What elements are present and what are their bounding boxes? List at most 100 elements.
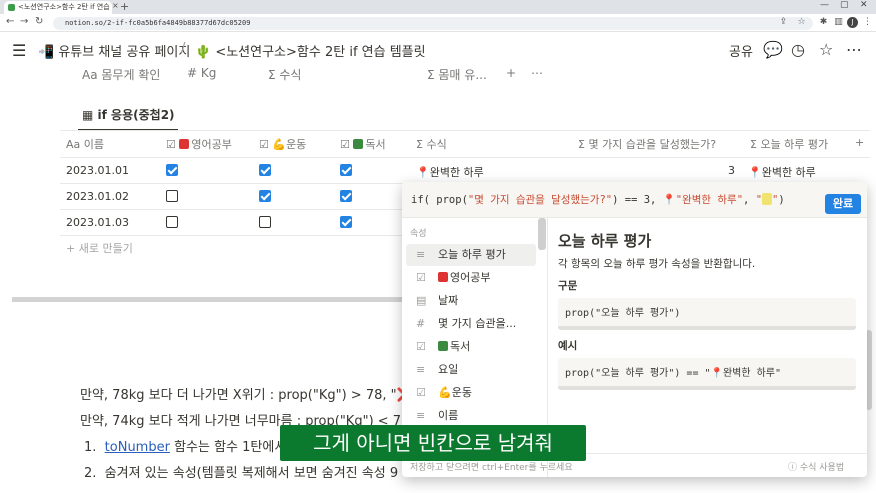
reload-icon[interactable]: ↻ — [35, 16, 43, 27]
col-habit-count[interactable]: Σ 몇 가지 습관을 달성했는가? — [578, 136, 716, 152]
pin-emoji-icon: 📍 — [416, 166, 430, 179]
bookmark-star-icon[interactable]: ☆ — [796, 17, 807, 28]
side-item-weekday[interactable]: ≡ 요일 — [406, 359, 536, 381]
back-icon[interactable]: ← — [6, 16, 14, 27]
row2-english-checkbox[interactable] — [166, 190, 178, 202]
property-list-scrollbar[interactable] — [538, 218, 546, 250]
col-exercise[interactable]: ☑ 💪운동 — [259, 136, 306, 152]
row1-name[interactable]: 2023.01.01 — [66, 164, 129, 177]
side-item-exercise[interactable]: ☑ 💪운동 — [406, 382, 536, 404]
row2-exercise-checkbox[interactable] — [259, 190, 271, 202]
col-daily-eval[interactable]: Σ 오늘 하루 평가 — [750, 136, 828, 152]
share-page-icon[interactable]: ⇪ — [778, 17, 789, 28]
minimize-icon[interactable]: — — [820, 0, 829, 10]
syntax-code: prop("오늘 하루 평가") — [558, 298, 856, 330]
side-item-daily-eval[interactable]: ≡ 오늘 하루 평가 — [406, 244, 536, 266]
sidepanel-icon[interactable]: ▥ — [833, 17, 844, 28]
add-column-icon[interactable]: + — [855, 136, 864, 149]
new-tab-button[interactable]: + — [120, 0, 129, 13]
header-border — [60, 157, 870, 158]
formula-comma: , — [743, 194, 756, 206]
col-name[interactable]: Aa 이름 — [66, 136, 104, 152]
formula-text[interactable]: if( prop("몇 가지 습관을 달성했는가?") == 3, 📍"완벽한 … — [411, 192, 785, 207]
example-code: prop("오늘 하루 평가") == "📍완벽한 하루" — [558, 358, 856, 390]
side-item-label: 날짜 — [438, 294, 459, 307]
formula-help-link[interactable]: ⓘ 수식 사용법 — [788, 460, 844, 473]
example-code-part-a: prop("오늘 하루 평가") == " — [565, 368, 711, 379]
share-button[interactable]: 공유 — [729, 41, 753, 60]
example-code-part-b: 완벽한 하루" — [722, 368, 782, 379]
row-border — [60, 183, 405, 184]
col-reading[interactable]: ☑ 독서 — [340, 136, 386, 152]
row1-formula: 📍완벽한 하루 — [416, 164, 484, 180]
video-subtitle: 그게 아니면 빈칸으로 남겨줘 — [280, 425, 586, 461]
row1-reading-checkbox[interactable] — [340, 164, 352, 176]
side-item-name[interactable]: ≡ 이름 — [406, 405, 536, 427]
row3-reading-checkbox[interactable] — [340, 216, 352, 228]
row-border — [60, 235, 405, 236]
col-exercise-label: 운동 — [286, 138, 307, 151]
row3-exercise-checkbox[interactable] — [259, 216, 271, 228]
notion-topbar: ☰ 📲 유튜브 채널 공유 페이지 / 🌵 <노션연구소>함수 2탄 if 연습… — [0, 32, 876, 70]
prop-weight-check[interactable]: Aa 몸무게 확인 — [82, 66, 160, 83]
tonumber-link[interactable]: toNumber — [105, 440, 170, 455]
list-num-2: 2. — [84, 466, 97, 481]
prop-body-maintain[interactable]: Σ 몸매 유... — [427, 66, 487, 83]
tab-title: <노션연구소>함수 2탄 if 연습 — [18, 3, 110, 11]
pin-emoji-icon: 📍 — [748, 166, 762, 179]
view-tab[interactable]: ▦ if 응용(중첩2) — [82, 106, 175, 123]
phone-emoji-icon: 📲 — [38, 45, 55, 60]
notion-cactus-icon — [8, 4, 15, 11]
maximize-icon[interactable]: ▢ — [840, 0, 849, 10]
table-top-border — [60, 130, 870, 131]
book-emoji-icon — [353, 139, 364, 149]
more-options-icon[interactable]: ⋯ — [846, 40, 862, 59]
add-property-icon[interactable]: + — [506, 66, 516, 80]
favorite-star-icon[interactable]: ☆ — [819, 40, 833, 59]
side-item-english[interactable]: ☑ 영어공부 — [406, 267, 536, 289]
doc-list-item-2: 2. 숨겨져 있는 속성(템플릿 복제해서 보면 숨겨진 속성 9 — [84, 462, 398, 481]
profile-avatar[interactable]: J — [847, 17, 858, 28]
tab-close-icon[interactable]: × — [112, 1, 119, 10]
formula-input-area[interactable]: if( prop("몇 가지 습관을 달성했는가?") == 3, 📍"완벽한 … — [402, 182, 867, 218]
browser-menu-icon[interactable]: ⋮ — [862, 17, 873, 28]
row3-name[interactable]: 2023.01.03 — [66, 216, 129, 229]
forward-icon[interactable]: → — [20, 16, 28, 27]
formula-string-2: 📍"완벽한 하루" — [663, 194, 743, 206]
side-item-date[interactable]: ▤ 날짜 — [406, 290, 536, 312]
comments-icon[interactable]: 💬 — [763, 40, 783, 59]
more-properties-icon[interactable]: ⋯ — [531, 66, 543, 80]
muscle-emoji-icon: 💪 — [438, 386, 452, 399]
browser-tab-strip: <노션연구소>함수 2탄 if 연습 × + — ▢ ✕ — [0, 0, 876, 14]
extensions-icon[interactable]: ✱ — [818, 17, 829, 28]
formula-string-2-text: "완벽한 하루" — [675, 194, 744, 206]
sidebar-menu-icon[interactable]: ☰ — [12, 41, 26, 60]
row3-english-checkbox[interactable] — [166, 216, 178, 228]
row1-exercise-checkbox[interactable] — [259, 164, 271, 176]
col-formula[interactable]: Σ 수식 — [416, 136, 447, 152]
col-english[interactable]: ☑ 영어공부 — [166, 136, 232, 152]
browser-tab[interactable]: <노션연구소>함수 2탄 if 연습 — [4, 1, 112, 14]
done-button[interactable]: 완료 — [825, 194, 861, 214]
formula-string-1: "몇 가지 습관을 달성했는가?" — [467, 194, 613, 206]
row1-english-checkbox[interactable] — [166, 164, 178, 176]
row2-reading-checkbox[interactable] — [340, 190, 352, 202]
prop-formula[interactable]: Σ 수식 — [268, 66, 301, 83]
updates-clock-icon[interactable]: ◷ — [791, 40, 805, 59]
list-num-1: 1. — [84, 440, 97, 455]
text-prop-icon: ≡ — [416, 409, 426, 422]
breadcrumb-1[interactable]: 📲 유튜브 채널 공유 페이지 — [38, 41, 190, 60]
breadcrumb-2-label: <노션연구소>함수 2탄 if 연습 템플릿 — [215, 45, 426, 60]
doc-list-item-1: 1. toNumber 함수는 함수 1탄에서 — [84, 436, 286, 455]
prop-kg[interactable]: # Kg — [187, 66, 216, 80]
formula-prefix: if( prop( — [411, 194, 468, 206]
breadcrumb-2[interactable]: 🌵 <노션연구소>함수 2탄 if 연습 템플릿 — [195, 41, 426, 60]
row2-name[interactable]: 2023.01.02 — [66, 190, 129, 203]
url-field[interactable]: notion.so/2-if-fc0a5b6fa4849b88377d67dc0… — [53, 17, 813, 30]
side-item-reading[interactable]: ☑ 독서 — [406, 336, 536, 358]
docs-title: 오늘 하루 평가 — [558, 232, 652, 250]
book-emoji-icon — [438, 341, 448, 351]
new-row-button[interactable]: + 새로 만들기 — [66, 240, 133, 256]
side-item-habit-count[interactable]: # 몇 가지 습관을... — [406, 313, 536, 335]
window-close-icon[interactable]: ✕ — [860, 0, 868, 10]
